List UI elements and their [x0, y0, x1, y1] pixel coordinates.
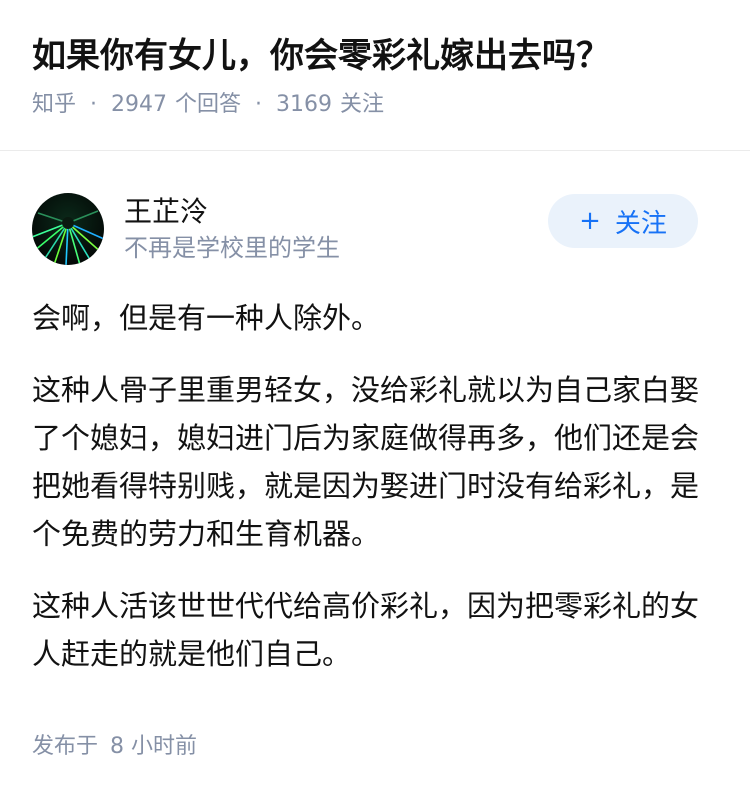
question-header: 如果你有女儿，你会零彩礼嫁出去吗？ 知乎 · 2947 个回答 · 3169 关…	[0, 0, 750, 118]
author-info: 王芷泠 不再是学校里的学生	[124, 194, 340, 264]
follow-button-label: 关注	[614, 208, 667, 239]
answers-label: 个回答	[175, 92, 242, 117]
avatar-image	[32, 193, 104, 265]
author-card: 王芷泠 不再是学校里的学生 + 关注	[0, 184, 750, 274]
follow-button[interactable]: + 关注	[548, 194, 698, 248]
meta-separator: ·	[255, 92, 263, 117]
author-name[interactable]: 王芷泠	[124, 194, 340, 230]
followers-count: 3169	[276, 92, 333, 117]
plus-icon: +	[579, 206, 601, 236]
answers-count: 2947	[111, 92, 168, 117]
answer-paragraph: 这种人活该世世代代给高价彩礼，因为把零彩礼的女人赶走的就是他们自己。	[32, 589, 700, 671]
question-meta: 知乎 · 2947 个回答 · 3169 关注	[32, 90, 718, 120]
answer-content: 会啊，但是有一种人除外。 这种人骨子里重男轻女，没给彩礼就以为自己家白娶了个媳妇…	[0, 294, 750, 678]
section-divider	[0, 150, 750, 151]
meta-separator: ·	[90, 92, 98, 117]
question-title[interactable]: 如果你有女儿，你会零彩礼嫁出去吗？	[32, 32, 718, 80]
source-label[interactable]: 知乎	[32, 90, 76, 120]
author-bio: 不再是学校里的学生	[124, 234, 340, 262]
answer-page: 如果你有女儿，你会零彩礼嫁出去吗？ 知乎 · 2947 个回答 · 3169 关…	[0, 0, 750, 798]
followers-label: 关注	[340, 92, 385, 117]
published-time: 发布于 8 小时前	[32, 732, 197, 762]
published-time-value: 8 小时前	[110, 734, 198, 759]
avatar[interactable]	[32, 193, 104, 265]
published-label: 发布于	[32, 734, 99, 759]
answer-paragraph: 这种人骨子里重男轻女，没给彩礼就以为自己家白娶了个媳妇，媳妇进门后为家庭做得再多…	[32, 373, 700, 551]
answer-paragraph: 会啊，但是有一种人除外。	[32, 301, 381, 335]
